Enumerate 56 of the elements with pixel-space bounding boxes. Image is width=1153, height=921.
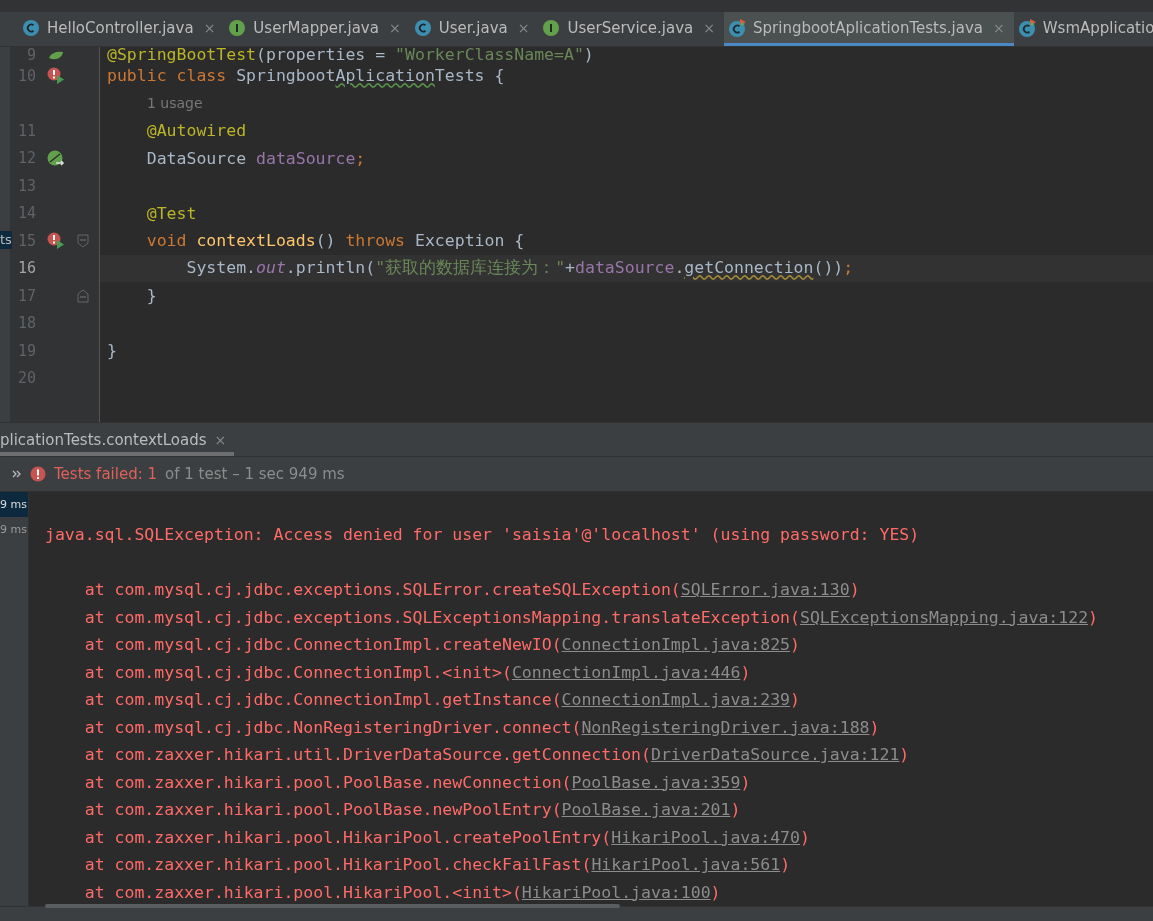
source-link[interactable]: PoolBase.java:359 [571, 772, 741, 792]
stack-trace-line: at com.zaxxer.hikari.util.DriverDataSource.getConnection(DriverDataSource.java:121) [83, 745, 910, 765]
stack-trace-line: at com.mysql.cj.jdbc.ConnectionImpl.<init>(ConnectionImpl.java:446) [83, 662, 751, 682]
source-link[interactable]: ConnectionImpl.java:825 [561, 635, 791, 655]
test-tree-item[interactable]: 9 ms [0, 492, 28, 517]
stack-trace-line: at com.zaxxer.hikari.pool.HikariPool.createPoolEntry(HikariPool.java:470) [83, 827, 810, 847]
test-tree-item[interactable]: 9 ms [0, 517, 28, 542]
close-icon[interactable]: × [517, 19, 530, 36]
editor-tab[interactable]: User.java × [409, 12, 539, 46]
code-line: } [106, 341, 117, 361]
editor-tab[interactable]: SpringbootAplicationTests.java × [724, 12, 1014, 46]
code-line: } [145, 286, 157, 306]
code-line: @Autowired [145, 121, 247, 141]
source-link[interactable]: NonRegisteringDriver.java:188 [581, 717, 870, 737]
stack-trace-line: at com.zaxxer.hikari.pool.PoolBase.newPoolEntry(PoolBase.java:201) [83, 800, 741, 820]
source-link[interactable]: SQLExceptionsMapping.java:122 [800, 607, 1089, 627]
source-link[interactable]: HikariPool.java:100 [521, 882, 711, 902]
run-tab[interactable]: plicationTests.contextLoads × [0, 423, 235, 456]
stack-trace-line: at com.mysql.cj.jdbc.exceptions.SQLError.createSQLException(SQLError.java:130) [83, 580, 860, 600]
code-line: public class SpringbootAplicationTests { [106, 66, 505, 86]
tests-failed-label: Tests failed: 1 [54, 465, 158, 483]
close-icon[interactable]: × [703, 19, 715, 36]
close-icon[interactable]: × [388, 19, 401, 36]
source-link[interactable]: DriverDataSource.java:121 [650, 745, 900, 765]
chevrons-icon [12, 469, 22, 479]
exception-message: java.sql.SQLException: Access denied for user 'saisia'@'localhost' (using password: YES) [45, 525, 920, 545]
editor-tab[interactable]: HelloController.java × [18, 12, 225, 46]
code-line: DataSource dataSource; [145, 148, 366, 168]
close-icon[interactable]: × [214, 431, 227, 448]
editor-tab[interactable]: UserMapper.java × [224, 12, 410, 46]
code-line: void contextLoads() throws Exception { [145, 231, 525, 251]
source-link[interactable]: ConnectionImpl.java:446 [511, 662, 741, 682]
stack-trace-line: at com.zaxxer.hikari.pool.HikariPool.<init>(HikariPool.java:100) [83, 882, 721, 902]
close-icon[interactable]: × [203, 19, 216, 36]
source-link[interactable]: SQLError.java:130 [680, 580, 850, 600]
code-line: System.out.println("获取的数据库连接为："+dataSource.getConnection()); [185, 257, 854, 280]
error-icon [30, 466, 46, 482]
stack-trace-line: at com.mysql.cj.jdbc.ConnectionImpl.createNewIO(ConnectionImpl.java:825) [83, 635, 800, 655]
line-number: 16 [16, 259, 36, 278]
editor-tab[interactable]: UserService.java × [538, 12, 724, 46]
editor-tab[interactable]: WsmApplicatio [1013, 12, 1153, 46]
stack-trace-line: at com.mysql.cj.jdbc.NonRegisteringDriver.connect(NonRegisteringDriver.java:188) [83, 717, 880, 737]
source-link[interactable]: ConnectionImpl.java:239 [561, 690, 791, 710]
project-tree-item[interactable]: ts [0, 231, 12, 249]
source-link[interactable]: HikariPool.java:561 [591, 855, 781, 875]
usage-hint: 1 usage [146, 95, 203, 112]
code-line: @SpringBootTest(properties = "WorkerClassName=A") [106, 47, 594, 64]
stack-trace-line: at com.zaxxer.hikari.pool.HikariPool.checkFailFast(HikariPool.java:561) [83, 855, 791, 875]
stack-trace-line: at com.mysql.cj.jdbc.exceptions.SQLExceptionsMapping.translateException(SQLExceptionsMapping.java:122) [83, 607, 1098, 627]
test-summary: of 1 test – 1 sec 949 ms [165, 465, 345, 483]
stack-trace-line: at com.zaxxer.hikari.pool.PoolBase.newConnection(PoolBase.java:359) [83, 772, 751, 792]
source-link[interactable]: PoolBase.java:201 [561, 800, 731, 820]
source-link[interactable]: HikariPool.java:470 [611, 827, 800, 847]
close-icon[interactable]: × [993, 19, 1005, 36]
stack-trace-line: at com.mysql.cj.jdbc.ConnectionImpl.getInstance(ConnectionImpl.java:239) [83, 690, 800, 710]
code-line: @Test [145, 203, 197, 223]
